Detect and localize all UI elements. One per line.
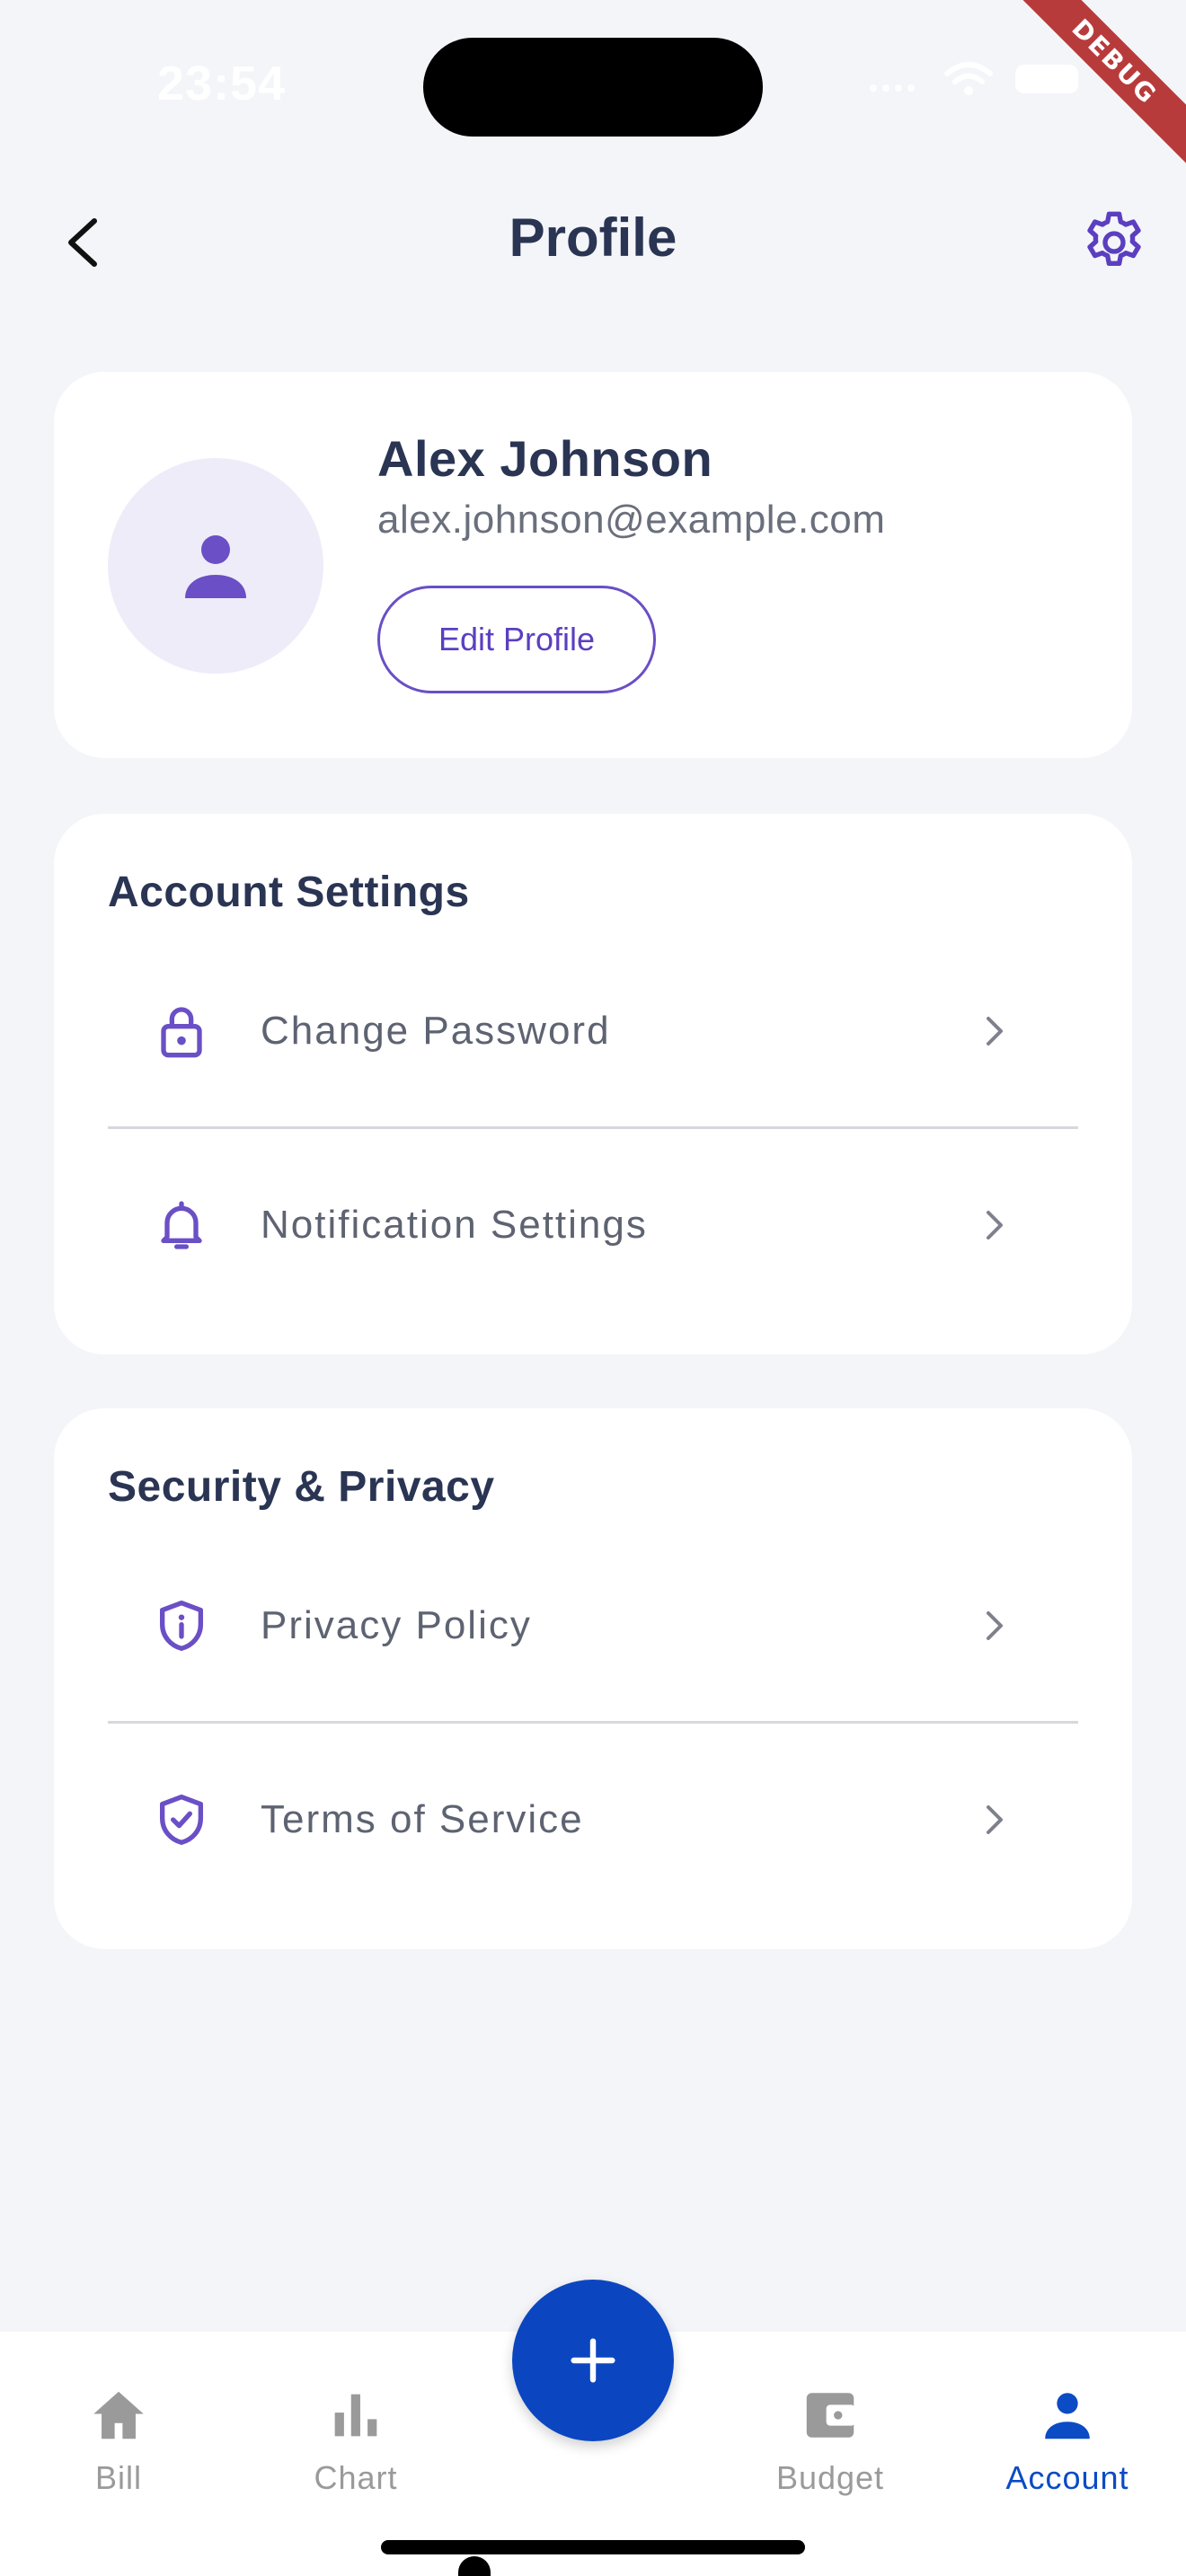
nav-label: Bill (94, 2459, 142, 2496)
chevron-right-icon (987, 1211, 1003, 1239)
app-header: Profile (0, 180, 1186, 305)
account-settings-card: Account Settings Change Password Notific… (54, 814, 1132, 1354)
chevron-right-icon (987, 1017, 1003, 1045)
bell-icon (161, 1201, 202, 1249)
edit-profile-button[interactable]: Edit Profile (377, 586, 656, 693)
status-icons (868, 61, 1078, 97)
person-icon (185, 535, 246, 598)
list-item-label: Notification Settings (261, 1203, 648, 1247)
wifi-icon (944, 62, 993, 95)
list-item-label: Change Password (261, 1009, 611, 1053)
status-time: 23:54 (157, 57, 287, 110)
wallet-icon (806, 2393, 855, 2438)
lock-icon (161, 1007, 202, 1058)
nav-item-account[interactable]: Account (969, 2384, 1166, 2497)
nav-label: Account (1005, 2459, 1129, 2496)
change-password-item[interactable]: Change Password (108, 959, 1078, 1103)
profile-card: Alex Johnson alex.johnson@example.com Ed… (54, 372, 1132, 758)
section-title: Security & Privacy (108, 1463, 495, 1511)
signal-icon (870, 84, 915, 92)
user-email: alex.johnson@example.com (377, 498, 886, 542)
nav-item-bill[interactable]: Bill (20, 2384, 217, 2497)
list-item-label: Terms of Service (261, 1797, 584, 1841)
privacy-policy-item[interactable]: Privacy Policy (108, 1554, 1078, 1698)
nav-item-chart[interactable]: Chart (257, 2384, 455, 2497)
divider (108, 1721, 1078, 1724)
list-item-label: Privacy Policy (261, 1603, 532, 1647)
dynamic-island (423, 38, 763, 137)
user-name: Alex Johnson (377, 430, 713, 487)
nav-item-budget[interactable]: Budget (731, 2384, 929, 2497)
gear-icon (1087, 211, 1141, 266)
nav-label: Budget (775, 2459, 885, 2496)
home-indicator[interactable] (381, 2540, 805, 2554)
status-bar: 23:54 DEBUG (0, 0, 1186, 172)
section-title: Account Settings (108, 869, 470, 916)
chevron-right-icon (987, 1805, 1003, 1834)
chevron-right-icon (987, 1611, 1003, 1640)
battery-icon (1015, 65, 1078, 93)
plus-icon (571, 2338, 615, 2383)
divider (108, 1126, 1078, 1129)
avatar[interactable] (108, 458, 323, 674)
settings-button[interactable] (1078, 207, 1150, 278)
person-icon (1045, 2393, 1090, 2439)
shield-info-icon (160, 1601, 203, 1651)
nav-label: Chart (314, 2459, 398, 2496)
security-privacy-card: Security & Privacy Privacy Policy Terms … (54, 1408, 1132, 1949)
notification-settings-item[interactable]: Notification Settings (108, 1153, 1078, 1297)
home-icon (93, 2391, 144, 2439)
bar-chart-icon (334, 2394, 377, 2437)
terms-of-service-item[interactable]: Terms of Service (108, 1748, 1078, 1892)
page-title: Profile (509, 207, 677, 268)
add-fab-button[interactable] (512, 2280, 674, 2441)
shield-check-icon (160, 1795, 203, 1845)
